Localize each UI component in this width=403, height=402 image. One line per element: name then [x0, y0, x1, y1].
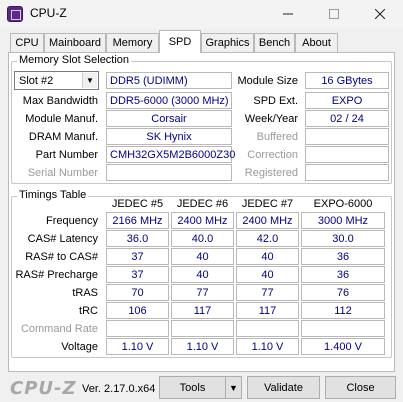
tab-mainboard[interactable]: Mainboard	[44, 33, 106, 52]
module-manuf-label: Module Manuf.	[25, 113, 98, 125]
module-size-label: Module Size	[237, 75, 298, 87]
timings-cell	[171, 320, 234, 337]
timings-cell	[301, 320, 385, 337]
tab-memory[interactable]: Memory	[106, 33, 159, 52]
timings-cell: 40	[171, 248, 234, 265]
week-year-label: Week/Year	[244, 113, 298, 125]
timings-cell: 76	[301, 284, 385, 301]
buffered-value	[305, 128, 389, 145]
caret-down-icon: ▼	[229, 382, 238, 393]
memory-type-value: DDR5 (UDIMM)	[106, 72, 232, 89]
cpuz-logo: CPU-Z	[10, 378, 77, 399]
spd-ext-label: SPD Ext.	[253, 95, 298, 107]
close-button[interactable]: Close	[325, 376, 396, 399]
timings-cell: 1.10 V	[171, 338, 234, 355]
timings-cell: 37	[106, 248, 169, 265]
serial-number-label: Serial Number	[27, 167, 98, 179]
dram-manuf-value: SK Hynix	[106, 128, 232, 145]
timings-row-label: tRAS	[72, 287, 98, 299]
timings-column-header: EXPO-6000	[313, 198, 373, 210]
registered-value	[305, 164, 389, 181]
timings-cell: 30.0	[301, 230, 385, 247]
timings-cell: 40	[236, 266, 299, 283]
timings-cell: 1.400 V	[301, 338, 385, 355]
minimize-button[interactable]	[265, 0, 311, 28]
timings-row-label: CAS# Latency	[27, 233, 98, 245]
timings-row-label: Command Rate	[20, 323, 98, 335]
timings-row-label: tRC	[79, 305, 98, 317]
part-number-label: Part Number	[35, 149, 98, 161]
timings-cell: 117	[236, 302, 299, 319]
window-title: CPU-Z	[30, 6, 67, 20]
serial-number-value	[106, 164, 232, 181]
tab-about[interactable]: About	[295, 33, 338, 52]
registered-label: Registered	[244, 167, 298, 179]
maximize-icon	[329, 9, 339, 19]
memory-slot-group-title: Memory Slot Selection	[17, 54, 132, 66]
week-year-value: 02 / 24	[305, 110, 389, 127]
timings-column-header: JEDEC #7	[241, 198, 294, 210]
timings-cell: 40	[171, 266, 234, 283]
timings-cell: 2400 MHz	[171, 212, 234, 229]
close-icon	[375, 9, 385, 19]
max-bandwidth-value: DDR5-6000 (3000 MHz)	[106, 92, 232, 109]
max-bandwidth-label: Max Bandwidth	[22, 95, 98, 107]
version-label: Ver. 2.17.0.x64	[82, 383, 156, 395]
part-number-value: CMH32GX5M2B6000Z30	[106, 146, 235, 163]
timings-column-header: JEDEC #5	[111, 198, 164, 210]
tab-spd[interactable]: SPD	[159, 30, 201, 53]
timings-cell: 106	[106, 302, 169, 319]
slot-select[interactable]: Slot #2 ▼	[14, 71, 99, 90]
timings-cell: 1.10 V	[236, 338, 299, 355]
spd-ext-value: EXPO	[305, 92, 389, 109]
timings-row-label: RAS# Precharge	[15, 269, 98, 281]
timings-cell: 40	[236, 248, 299, 265]
correction-value	[305, 146, 389, 163]
module-manuf-value: Corsair	[106, 110, 232, 127]
timings-cell: 36	[301, 248, 385, 265]
cpuz-app-icon	[7, 6, 23, 22]
timings-row-label: Voltage	[61, 341, 98, 353]
validate-button[interactable]: Validate	[247, 376, 320, 399]
timings-cell: 77	[236, 284, 299, 301]
timings-cell: 40.0	[171, 230, 234, 247]
module-size-value: 16 GBytes	[305, 72, 389, 89]
dram-manuf-label: DRAM Manuf.	[28, 131, 98, 143]
timings-cell	[236, 320, 299, 337]
timings-cell: 36.0	[106, 230, 169, 247]
tab-bench[interactable]: Bench	[254, 33, 295, 52]
chevron-down-icon: ▼	[82, 73, 97, 88]
tools-button[interactable]: Tools	[159, 376, 226, 399]
maximize-button[interactable]	[311, 0, 357, 28]
tab-graphics[interactable]: Graphics	[201, 33, 254, 52]
window-close-button[interactable]	[357, 0, 403, 28]
timings-cell: 77	[171, 284, 234, 301]
timings-cell: 2166 MHz	[106, 212, 169, 229]
timings-group-title: Timings Table	[17, 189, 89, 201]
timings-cell: 37	[106, 266, 169, 283]
correction-label: Correction	[247, 149, 298, 161]
slot-select-value: Slot #2	[19, 74, 54, 87]
timings-row-label: Frequency	[46, 215, 98, 227]
timings-row-label: RAS# to CAS#	[25, 251, 98, 263]
timings-cell: 3000 MHz	[301, 212, 385, 229]
timings-column-header: JEDEC #6	[176, 198, 229, 210]
timings-cell: 2400 MHz	[236, 212, 299, 229]
minimize-icon	[283, 13, 293, 15]
timings-cell: 36	[301, 266, 385, 283]
buffered-label: Buffered	[256, 131, 298, 143]
timings-cell	[106, 320, 169, 337]
timings-cell: 117	[171, 302, 234, 319]
timings-cell: 70	[106, 284, 169, 301]
timings-cell: 42.0	[236, 230, 299, 247]
timings-cell: 112	[301, 302, 385, 319]
tab-cpu[interactable]: CPU	[10, 33, 44, 52]
tools-dropdown-button[interactable]: ▼	[225, 376, 242, 399]
timings-cell: 1.10 V	[106, 338, 169, 355]
